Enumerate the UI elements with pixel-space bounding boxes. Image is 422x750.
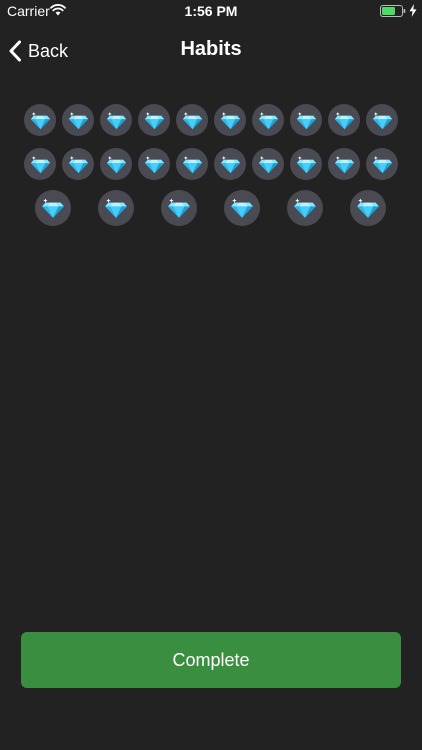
diamond-icon — [138, 148, 170, 180]
complete-button[interactable]: Complete — [21, 632, 401, 688]
diamond-icon — [24, 104, 56, 136]
diamond-icon — [100, 104, 132, 136]
diamond-icon — [328, 104, 360, 136]
diamond-icon — [62, 104, 94, 136]
diamond-icon — [35, 190, 71, 226]
navigation-bar: Back Habits — [0, 22, 422, 80]
page-title: Habits — [180, 38, 242, 60]
diamond-icon — [176, 104, 208, 136]
diamond-icon — [366, 104, 398, 136]
diamond-icon — [287, 190, 323, 226]
diamond-icon — [214, 104, 246, 136]
diamond-icon — [252, 148, 284, 180]
diamond-icon — [366, 148, 398, 180]
charging-bolt-icon — [409, 4, 417, 17]
habits-screen: Carrier 1:56 PM Back Habits Complete — [0, 0, 422, 750]
diamond-icon — [176, 148, 208, 180]
diamond-icon — [328, 148, 360, 180]
diamond-icon — [290, 148, 322, 180]
diamond-icon — [138, 104, 170, 136]
diamond-icon — [100, 148, 132, 180]
battery-icon — [380, 5, 406, 17]
diamond-icon — [62, 148, 94, 180]
diamond-icon — [224, 190, 260, 226]
diamond-icon — [290, 104, 322, 136]
diamond-icon — [161, 190, 197, 226]
diamond-icon — [214, 148, 246, 180]
gem-row — [0, 148, 422, 184]
status-time: 1:56 PM — [184, 3, 238, 19]
gem-row — [0, 190, 422, 226]
gem-row — [0, 104, 422, 140]
diamond-icon — [252, 104, 284, 136]
diamond-icon — [24, 148, 56, 180]
status-bar: Carrier 1:56 PM — [0, 0, 422, 22]
diamond-icon — [350, 190, 386, 226]
diamond-icon — [98, 190, 134, 226]
